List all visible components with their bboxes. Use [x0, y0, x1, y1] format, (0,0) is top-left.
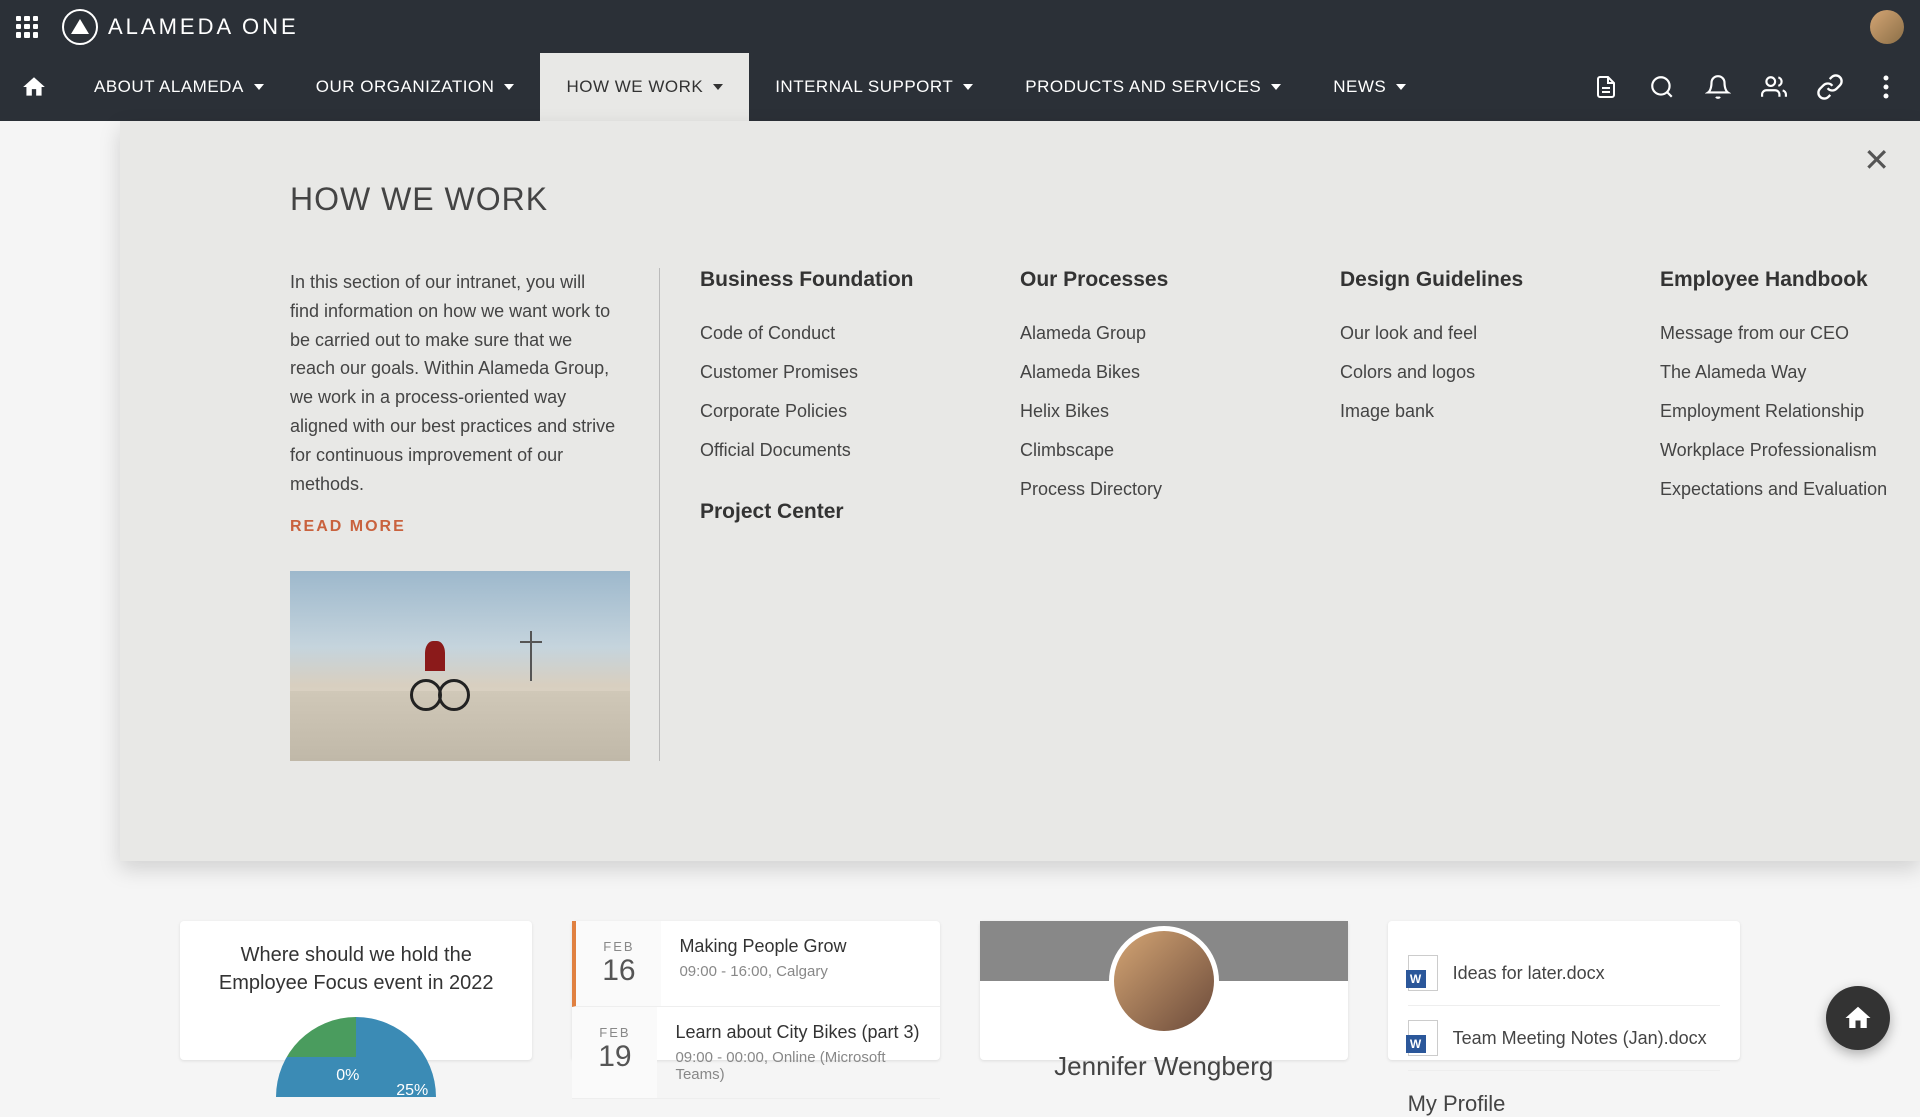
logo-mark-icon — [62, 9, 98, 45]
close-icon[interactable]: ✕ — [1863, 141, 1890, 179]
mega-link[interactable]: Employment Relationship — [1660, 392, 1900, 431]
mega-menu-title: HOW WE WORK — [290, 181, 1840, 218]
nav-our-organization[interactable]: OUR ORGANIZATION — [290, 53, 541, 121]
read-more-link[interactable]: READ MORE — [290, 518, 619, 536]
top-bar: ALAMEDA ONE — [0, 0, 1920, 53]
bell-icon[interactable] — [1704, 73, 1732, 101]
mega-link[interactable]: Colors and logos — [1340, 353, 1580, 392]
event-title: Learn about City Bikes (part 3) — [675, 1022, 922, 1043]
nav-item-label: OUR ORGANIZATION — [316, 77, 495, 97]
chevron-down-icon — [963, 84, 973, 90]
poll-widget: Where should we hold the Employee Focus … — [180, 921, 532, 1060]
nav-products-services[interactable]: PRODUCTS AND SERVICES — [999, 53, 1307, 121]
file-item[interactable]: Ideas for later.docx — [1408, 941, 1720, 1006]
profile-widget: Jennifer Wengberg — [980, 921, 1348, 1060]
chevron-down-icon — [504, 84, 514, 90]
mega-link[interactable]: Expectations and Evaluation — [1660, 470, 1900, 509]
nav-item-label: HOW WE WORK — [566, 77, 703, 97]
nav-item-label: PRODUCTS AND SERVICES — [1025, 77, 1261, 97]
mega-col-title[interactable]: Our Processes — [1020, 268, 1260, 292]
home-fab-button[interactable] — [1826, 986, 1890, 1050]
chevron-down-icon — [713, 84, 723, 90]
mega-menu-columns: Business Foundation Code of Conduct Cust… — [660, 268, 1900, 761]
apps-grid-icon[interactable] — [16, 16, 38, 38]
home-icon[interactable] — [20, 73, 48, 101]
event-month: FEB — [572, 1025, 657, 1040]
mega-link[interactable]: Official Documents — [700, 431, 940, 470]
mega-col-employee-handbook: Employee Handbook Message from our CEO T… — [1660, 268, 1900, 761]
link-icon[interactable] — [1816, 73, 1844, 101]
event-item[interactable]: FEB 19 Learn about City Bikes (part 3) 0… — [572, 1007, 940, 1099]
document-icon[interactable] — [1592, 73, 1620, 101]
user-avatar[interactable] — [1870, 10, 1904, 44]
word-doc-icon — [1408, 1020, 1438, 1056]
mega-menu-how-we-work: ✕ HOW WE WORK In this section of our int… — [120, 121, 1920, 861]
mega-menu-description: In this section of our intranet, you wil… — [290, 268, 619, 498]
mega-link[interactable]: Image bank — [1340, 392, 1580, 431]
mega-link[interactable]: Customer Promises — [700, 353, 940, 392]
nav-item-label: NEWS — [1333, 77, 1386, 97]
mega-col-title[interactable]: Business Foundation — [700, 268, 940, 292]
event-date: FEB 19 — [572, 1007, 657, 1098]
events-widget: FEB 16 Making People Grow 09:00 - 16:00,… — [572, 921, 940, 1060]
event-month: FEB — [576, 939, 661, 954]
mega-col-design-guidelines: Design Guidelines Our look and feel Colo… — [1340, 268, 1580, 761]
mega-link[interactable]: Climbscape — [1020, 431, 1260, 470]
pie-slice-label: 0% — [336, 1067, 359, 1085]
mega-link[interactable]: The Alameda Way — [1660, 353, 1900, 392]
chevron-down-icon — [1396, 84, 1406, 90]
people-icon[interactable] — [1760, 73, 1788, 101]
pie-slice-label: 25% — [396, 1082, 428, 1097]
word-doc-icon — [1408, 955, 1438, 991]
event-item[interactable]: FEB 16 Making People Grow 09:00 - 16:00,… — [572, 921, 940, 1007]
mega-col-business-foundation: Business Foundation Code of Conduct Cust… — [700, 268, 940, 761]
my-profile-heading: My Profile — [1408, 1091, 1720, 1117]
mega-col-our-processes: Our Processes Alameda Group Alameda Bike… — [1020, 268, 1260, 761]
nav-item-label: ABOUT ALAMEDA — [94, 77, 244, 97]
more-vertical-icon[interactable] — [1872, 73, 1900, 101]
mega-link[interactable]: Our look and feel — [1340, 314, 1580, 353]
file-name: Ideas for later.docx — [1453, 963, 1605, 984]
main-nav: ABOUT ALAMEDA OUR ORGANIZATION HOW WE WO… — [0, 53, 1920, 121]
chevron-down-icon — [1271, 84, 1281, 90]
mega-link[interactable]: Alameda Group — [1020, 314, 1260, 353]
event-meta: 09:00 - 00:00, Online (Microsoft Teams) — [675, 1049, 922, 1083]
search-icon[interactable] — [1648, 73, 1676, 101]
mega-col-title[interactable]: Design Guidelines — [1340, 268, 1580, 292]
mega-link[interactable]: Alameda Bikes — [1020, 353, 1260, 392]
brand-logo[interactable]: ALAMEDA ONE — [62, 9, 299, 45]
files-widget: Ideas for later.docx Team Meeting Notes … — [1388, 921, 1740, 1060]
mega-link[interactable]: Corporate Policies — [700, 392, 940, 431]
event-title: Making People Grow — [679, 936, 922, 957]
event-day: 19 — [572, 1040, 657, 1074]
mega-link[interactable]: Helix Bikes — [1020, 392, 1260, 431]
nav-how-we-work[interactable]: HOW WE WORK — [540, 53, 749, 121]
mega-link[interactable]: Process Directory — [1020, 470, 1260, 509]
mega-link[interactable]: Code of Conduct — [700, 314, 940, 353]
mega-menu-image — [290, 571, 630, 761]
file-name: Team Meeting Notes (Jan).docx — [1453, 1028, 1707, 1049]
brand-name: ALAMEDA ONE — [108, 14, 299, 40]
event-meta: 09:00 - 16:00, Calgary — [679, 963, 922, 980]
chevron-down-icon — [254, 84, 264, 90]
event-day: 16 — [576, 954, 661, 988]
profile-avatar[interactable] — [1109, 926, 1219, 1036]
event-date: FEB 16 — [576, 921, 661, 1006]
poll-pie-chart: 0% 25% — [276, 1017, 436, 1097]
nav-news[interactable]: NEWS — [1307, 53, 1432, 121]
nav-item-label: INTERNAL SUPPORT — [775, 77, 953, 97]
mega-link[interactable]: Message from our CEO — [1660, 314, 1900, 353]
file-item[interactable]: Team Meeting Notes (Jan).docx — [1408, 1006, 1720, 1071]
mega-col-title[interactable]: Project Center — [700, 500, 940, 524]
poll-question: Where should we hold the Employee Focus … — [200, 941, 512, 997]
nav-about-alameda[interactable]: ABOUT ALAMEDA — [68, 53, 290, 121]
mega-link[interactable]: Workplace Professionalism — [1660, 431, 1900, 470]
mega-col-title[interactable]: Employee Handbook — [1660, 268, 1900, 292]
nav-internal-support[interactable]: INTERNAL SUPPORT — [749, 53, 999, 121]
